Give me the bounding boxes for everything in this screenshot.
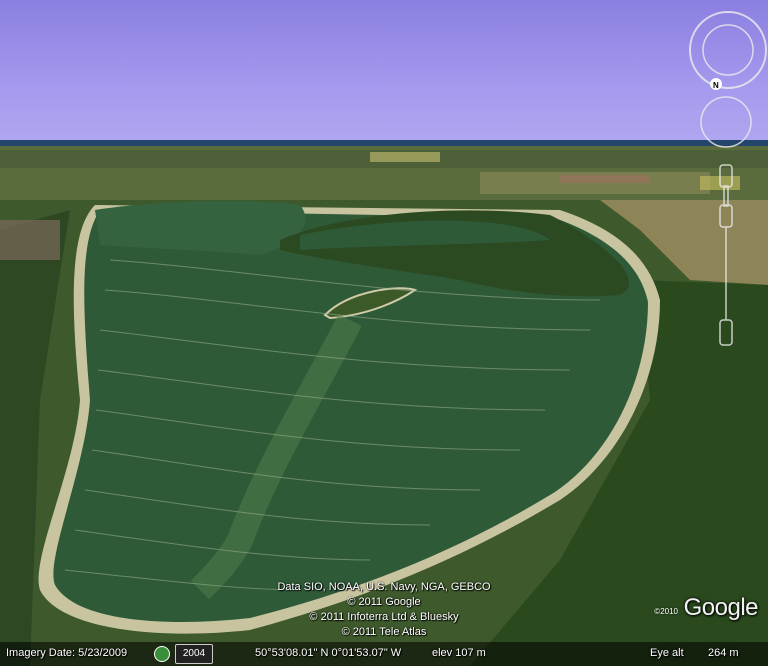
eye-alt-value: 264 m xyxy=(708,647,739,659)
eye-alt-label: Eye alt xyxy=(650,647,684,659)
coordinates: 50°53'08.01" N 0°01'53.07" W xyxy=(255,647,402,659)
look-ring[interactable] xyxy=(689,11,767,90)
google-logo: Google xyxy=(683,594,759,621)
elevation: elev 107 m xyxy=(432,647,486,659)
historical-imagery-clock-icon[interactable] xyxy=(154,646,170,662)
north-label: N xyxy=(713,81,719,90)
move-ring[interactable] xyxy=(700,96,752,148)
attribution-line: © 2011 Google xyxy=(347,596,421,608)
attribution-line: © 2011 Tele Atlas xyxy=(341,626,427,638)
terrain-view xyxy=(0,140,768,666)
navigation-controls[interactable]: N xyxy=(688,0,768,360)
logo-copyright: ©2010 xyxy=(654,607,678,616)
attribution-line: © 2011 Infoterra Ltd & Bluesky xyxy=(309,611,459,623)
zoom-slider[interactable] xyxy=(719,164,733,346)
status-bar: Imagery Date: 5/23/2009 2004 50°53'08.01… xyxy=(0,642,768,666)
historical-year-button[interactable]: 2004 xyxy=(175,644,213,664)
imagery-date: Imagery Date: 5/23/2009 xyxy=(6,647,128,659)
attribution-line: Data SIO, NOAA, U.S. Navy, NGA, GEBCO xyxy=(277,581,491,593)
attribution: Data SIO, NOAA, U.S. Navy, NGA, GEBCO © … xyxy=(0,580,768,640)
earth-viewport[interactable]: N Data SIO, NOAA, U.S. Navy, NGA, GEBCO … xyxy=(0,0,768,666)
